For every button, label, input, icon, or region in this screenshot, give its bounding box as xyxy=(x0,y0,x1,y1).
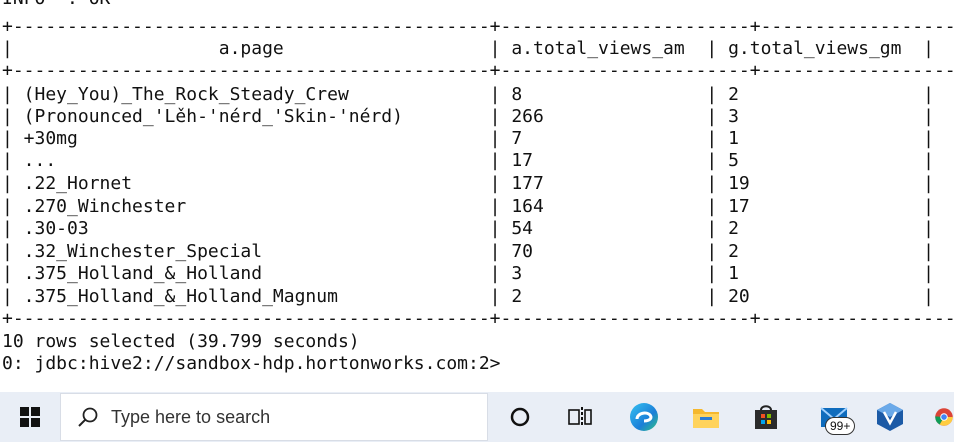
table-row: | .375_Holland_&_Holland_Magnum | 2 | 20… xyxy=(2,286,934,307)
taskbar: Type here to search xyxy=(0,392,954,442)
taskbar-search-box[interactable]: Type here to search xyxy=(60,393,488,441)
table-border: +---------------------------------------… xyxy=(2,16,954,37)
table-row: | (Hey_You)_The_Rock_Steady_Crew | 8 | 2… xyxy=(2,84,934,105)
table-border: +---------------------------------------… xyxy=(2,308,954,329)
cortana-circle-icon xyxy=(510,407,530,427)
table-row: | +30mg | 7 | 1 | xyxy=(2,128,934,149)
store-button[interactable] xyxy=(738,392,794,442)
file-explorer-icon xyxy=(693,409,719,428)
task-view-icon xyxy=(568,407,592,425)
chrome-icon xyxy=(935,408,953,426)
table-border: +---------------------------------------… xyxy=(2,60,954,81)
status-line: 10 rows selected (39.799 seconds) xyxy=(2,331,360,352)
search-placeholder: Type here to search xyxy=(111,406,271,427)
virtualbox-icon xyxy=(877,403,903,431)
table-row: | (Pronounced_'Lěh-'nérd_'Skin-'nérd) | … xyxy=(2,106,934,127)
terminal-window[interactable]: INFO : OK +-----------------------------… xyxy=(0,0,954,392)
terminal-line: INFO : OK xyxy=(2,0,110,10)
start-button[interactable] xyxy=(0,392,60,442)
mail-notification-badge: 99+ xyxy=(825,417,856,435)
search-icon xyxy=(77,406,99,428)
table-header-row: | a.page | a.total_views_am | g.total_vi… xyxy=(2,38,934,59)
table-row: | .32_Winchester_Special | 70 | 2 | xyxy=(2,241,934,262)
file-explorer-button[interactable] xyxy=(678,392,734,442)
table-row: | .270_Winchester | 164 | 17 | xyxy=(2,196,934,217)
table-row: | ... | 17 | 5 | xyxy=(2,150,934,171)
table-row: | .30-03 | 54 | 2 | xyxy=(2,218,934,239)
chrome-button[interactable] xyxy=(920,392,954,442)
store-icon xyxy=(755,405,777,429)
edge-button[interactable] xyxy=(616,392,672,442)
windows-start-icon xyxy=(20,407,40,427)
table-row: | .22_Hornet | 177 | 19 | xyxy=(2,173,934,194)
cortana-button[interactable] xyxy=(492,392,548,442)
virtualbox-button[interactable] xyxy=(862,392,918,442)
task-view-button[interactable] xyxy=(552,392,608,442)
edge-icon xyxy=(630,403,658,431)
command-prompt[interactable]: 0: jdbc:hive2://sandbox-hdp.hortonworks.… xyxy=(2,353,501,375)
table-row: | .375_Holland_&_Holland | 3 | 1 | xyxy=(2,263,934,284)
